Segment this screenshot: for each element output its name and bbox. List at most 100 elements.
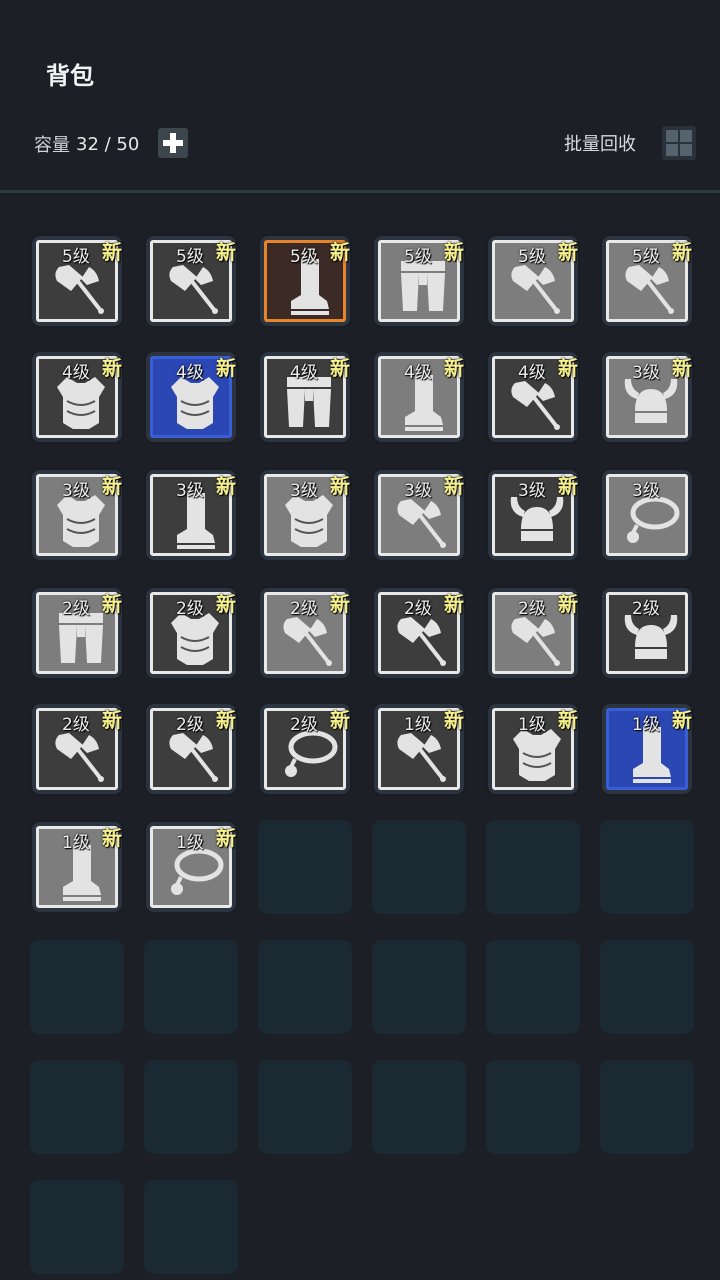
item-level: 5级 — [176, 247, 204, 267]
new-badge: 新 — [558, 240, 578, 264]
new-badge: 新 — [330, 240, 350, 264]
new-badge: 新 — [672, 708, 692, 732]
item-level: 4级 — [290, 363, 318, 383]
inventory-item-helmet[interactable]: 3级新 — [600, 350, 694, 444]
grid-view-icon — [666, 130, 692, 156]
new-badge: 新 — [330, 592, 350, 616]
new-badge: 新 — [216, 356, 236, 380]
inventory-item-pants[interactable]: 2级新 — [30, 586, 124, 680]
new-badge: 新 — [330, 474, 350, 498]
item-level: 2级 — [176, 599, 204, 619]
header-divider — [0, 190, 720, 193]
inventory-item-axe[interactable]: 2级新 — [30, 702, 124, 796]
item-level: 2级 — [632, 599, 660, 619]
inventory-item-armor[interactable]: 4级新 — [144, 350, 238, 444]
empty-slot[interactable] — [600, 940, 694, 1034]
item-level: 3级 — [632, 363, 660, 383]
item-level: 4级 — [518, 363, 546, 383]
new-badge: 新 — [216, 826, 236, 850]
new-badge: 新 — [558, 592, 578, 616]
inventory-item-axe[interactable]: 5级新 — [30, 234, 124, 328]
inventory-item-axe[interactable]: 2级新 — [372, 586, 466, 680]
inventory-item-necklace[interactable]: 3级 — [600, 468, 694, 562]
inventory-item-axe[interactable]: 5级新 — [144, 234, 238, 328]
expand-capacity-button[interactable] — [158, 128, 188, 158]
batch-recycle-button[interactable]: 批量回收 — [564, 130, 636, 156]
page-title: 背包 — [46, 62, 94, 90]
empty-slot[interactable] — [372, 820, 466, 914]
item-level: 2级 — [176, 715, 204, 735]
empty-slot[interactable] — [600, 820, 694, 914]
inventory-item-necklace[interactable]: 1级新 — [144, 820, 238, 914]
new-badge: 新 — [558, 708, 578, 732]
new-badge: 新 — [444, 708, 464, 732]
inventory-item-boot[interactable]: 4级新 — [372, 350, 466, 444]
inventory-item-axe[interactable]: 2级新 — [486, 586, 580, 680]
inventory-item-armor[interactable]: 3级新 — [258, 468, 352, 562]
empty-slot[interactable] — [600, 1060, 694, 1154]
capacity-indicator: 容量 32 / 50 — [34, 130, 139, 158]
empty-slot[interactable] — [486, 820, 580, 914]
new-badge: 新 — [444, 240, 464, 264]
item-level: 3级 — [632, 481, 660, 501]
inventory-item-axe[interactable]: 2级新 — [144, 702, 238, 796]
empty-slot[interactable] — [30, 1060, 124, 1154]
new-badge: 新 — [102, 592, 122, 616]
empty-slot[interactable] — [144, 940, 238, 1034]
inventory-item-armor[interactable]: 3级新 — [30, 468, 124, 562]
item-level: 2级 — [290, 715, 318, 735]
inventory-item-boot[interactable]: 1级新 — [30, 820, 124, 914]
inventory-item-axe[interactable]: 3级新 — [372, 468, 466, 562]
item-level: 4级 — [176, 363, 204, 383]
inventory-item-axe[interactable]: 5级新 — [486, 234, 580, 328]
inventory-item-boot[interactable]: 5级新 — [258, 234, 352, 328]
grid-view-button[interactable] — [662, 126, 696, 160]
inventory-item-axe[interactable]: 2级新 — [258, 586, 352, 680]
inventory-item-helmet[interactable]: 3级新 — [486, 468, 580, 562]
item-level: 3级 — [176, 481, 204, 501]
inventory-item-axe[interactable]: 5级新 — [600, 234, 694, 328]
item-level: 1级 — [404, 715, 432, 735]
empty-slot[interactable] — [30, 1180, 124, 1274]
item-level: 2级 — [404, 599, 432, 619]
item-level: 1级 — [176, 833, 204, 853]
new-badge: 新 — [558, 356, 578, 380]
inventory-item-axe[interactable]: 1级新 — [372, 702, 466, 796]
inventory-item-armor[interactable]: 4级新 — [30, 350, 124, 444]
empty-slot[interactable] — [372, 1060, 466, 1154]
new-badge: 新 — [444, 592, 464, 616]
empty-slot[interactable] — [258, 1060, 352, 1154]
new-badge: 新 — [330, 708, 350, 732]
item-level: 3级 — [62, 481, 90, 501]
new-badge: 新 — [216, 240, 236, 264]
inventory-item-armor[interactable]: 1级新 — [486, 702, 580, 796]
item-level: 1级 — [62, 833, 90, 853]
inventory-item-helmet[interactable]: 2级 — [600, 586, 694, 680]
item-level: 4级 — [62, 363, 90, 383]
item-level: 5级 — [404, 247, 432, 267]
item-level: 5级 — [62, 247, 90, 267]
inventory-item-pants[interactable]: 4级新 — [258, 350, 352, 444]
empty-slot[interactable] — [486, 1060, 580, 1154]
empty-slot[interactable] — [486, 940, 580, 1034]
new-badge: 新 — [102, 356, 122, 380]
empty-slot[interactable] — [258, 820, 352, 914]
item-level: 2级 — [290, 599, 318, 619]
inventory-item-armor[interactable]: 2级新 — [144, 586, 238, 680]
empty-slot[interactable] — [258, 940, 352, 1034]
item-level: 5级 — [518, 247, 546, 267]
new-badge: 新 — [672, 356, 692, 380]
empty-slot[interactable] — [144, 1060, 238, 1154]
item-level: 1级 — [518, 715, 546, 735]
item-level: 5级 — [632, 247, 660, 267]
inventory-item-boot[interactable]: 3级新 — [144, 468, 238, 562]
inventory-item-necklace[interactable]: 2级新 — [258, 702, 352, 796]
item-level: 2级 — [62, 715, 90, 735]
inventory-item-boot[interactable]: 1级新 — [600, 702, 694, 796]
empty-slot[interactable] — [30, 940, 124, 1034]
inventory-item-axe[interactable]: 4级新 — [486, 350, 580, 444]
empty-slot[interactable] — [144, 1180, 238, 1274]
new-badge: 新 — [558, 474, 578, 498]
inventory-item-pants[interactable]: 5级新 — [372, 234, 466, 328]
empty-slot[interactable] — [372, 940, 466, 1034]
